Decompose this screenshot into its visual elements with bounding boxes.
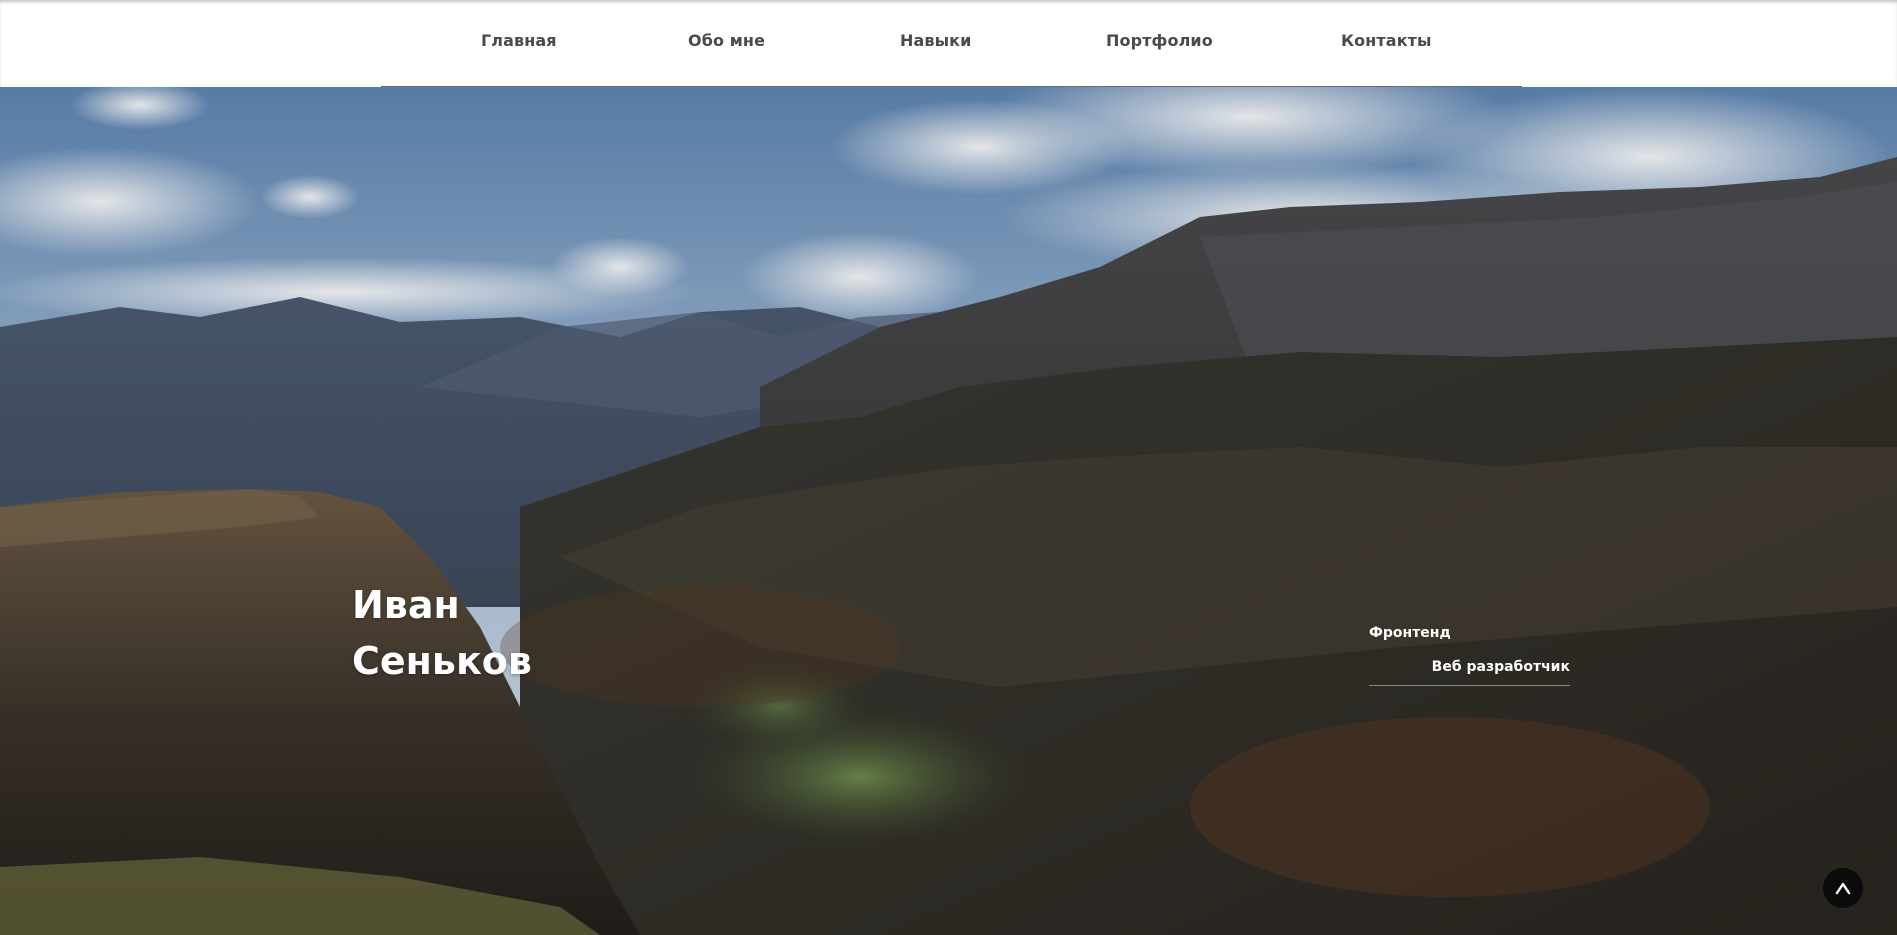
main-nav: Главная Обо мне Навыки Портфолио Контакт… — [381, 0, 1522, 87]
hero-background-image — [0, 87, 1897, 935]
hero-section: Иван Сеньков Фронтенд Веб разработчик — [0, 87, 1897, 935]
hero-role-line-1: Фронтенд — [1369, 625, 1451, 641]
nav-link-home[interactable]: Главная — [481, 31, 557, 50]
chevron-up-icon — [1835, 882, 1851, 895]
nav-link-portfolio[interactable]: Портфолио — [1106, 31, 1213, 50]
nav-link-contacts[interactable]: Контакты — [1341, 31, 1432, 50]
hero-name: Иван Сеньков — [352, 577, 532, 689]
hero-name-first: Иван — [352, 583, 460, 627]
nav-link-about[interactable]: Обо мне — [688, 31, 765, 50]
hero-role-line-2: Веб разработчик — [1369, 659, 1570, 686]
hero-name-last: Сеньков — [352, 639, 532, 683]
nav-link-skills[interactable]: Навыки — [900, 31, 971, 50]
scroll-to-top-button[interactable] — [1823, 868, 1863, 908]
site-header: Главная Обо мне Навыки Портфолио Контакт… — [0, 0, 1897, 87]
